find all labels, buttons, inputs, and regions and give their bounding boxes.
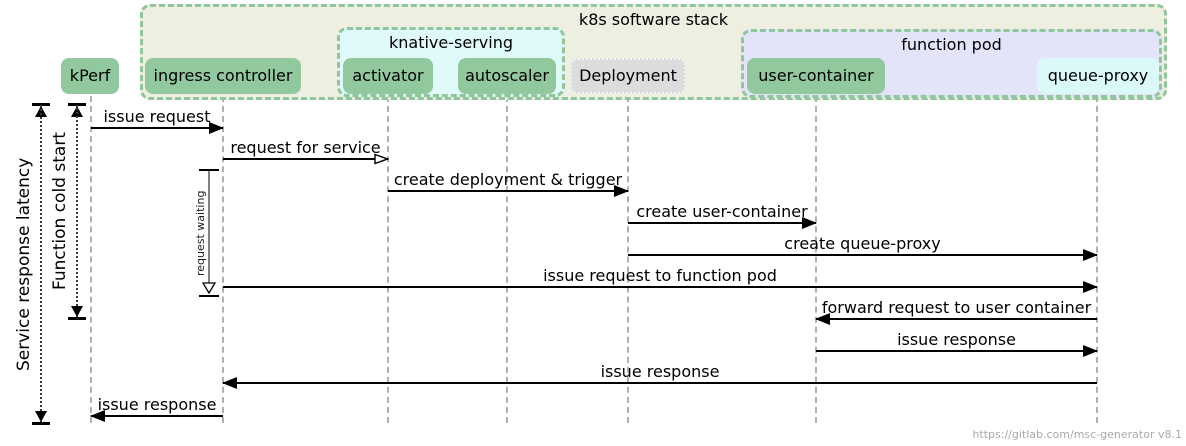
group-k8s-title: k8s software stack (578, 10, 729, 29)
message-line (388, 190, 628, 192)
message-issue-request: issue request (91, 107, 224, 134)
participant-activator: activator (343, 58, 433, 94)
message-label: issue response (600, 362, 720, 381)
participant-user-container: user-container (747, 58, 885, 94)
measure-label: Service response latency (14, 157, 34, 371)
message-label: issue response (97, 395, 217, 414)
participant-queue-proxy: queue-proxy (1037, 58, 1159, 94)
message-issue-response-qp-ingress: issue response (222, 362, 1097, 389)
generator-credit: https://gitlab.com/msc-generator v8.1 (972, 428, 1182, 441)
message-label: request for service (230, 138, 381, 157)
message-label: issue request (103, 107, 211, 126)
message-create-queue-proxy: create queue-proxy (628, 234, 1098, 261)
arrowhead-filled-right-icon (209, 122, 224, 134)
arrowhead-open-right-icon (374, 153, 389, 165)
message-line (628, 254, 1097, 256)
arrowhead-filled-left-icon (90, 410, 105, 422)
message-label: forward request to user container (821, 298, 1092, 317)
participant-kperf: kPerf (61, 58, 119, 94)
message-line (816, 318, 1097, 320)
sequence-diagram: k8s software stack knative-serving funct… (0, 0, 1186, 446)
participant-ingress-controller: ingress controller (145, 58, 301, 94)
arrowhead-down-icon (35, 411, 47, 422)
message-create-user-container: create user-container (628, 202, 817, 229)
message-line (816, 350, 1097, 352)
participant-autoscaler: autoscaler (458, 58, 556, 94)
message-line (91, 127, 223, 129)
message-create-deployment-trigger: create deployment & trigger (388, 170, 629, 197)
message-label: issue response (897, 330, 1016, 349)
measure-label: Function cold start (50, 132, 70, 291)
message-line (223, 286, 1097, 288)
message-line (628, 222, 816, 224)
message-line (91, 415, 223, 417)
participant-deployment: Deployment (570, 58, 686, 94)
message-line (223, 382, 1097, 384)
message-request-for-service: request for service (223, 138, 389, 165)
measure-dotted-line (40, 105, 42, 423)
arrowhead-filled-right-icon (1083, 281, 1098, 293)
group-knative-title: knative-serving (389, 33, 513, 52)
measure-cap (32, 422, 50, 425)
message-label: create user-container (636, 202, 808, 221)
arrowhead-filled-right-icon (802, 217, 817, 229)
lifeline-kperf (90, 96, 92, 423)
message-label: create deployment & trigger (393, 170, 623, 189)
arrowhead-filled-left-icon (815, 313, 830, 325)
message-issue-request-to-function-pod: issue request to function pod (223, 266, 1098, 293)
measure-label: request waiting (194, 190, 207, 276)
measure-cap (68, 317, 86, 320)
arrowhead-filled-right-icon (614, 185, 629, 197)
message-issue-response-uc-qp: issue response (816, 330, 1098, 357)
arrowhead-filled-right-icon (1083, 249, 1098, 261)
message-forward-request-to-user-container: forward request to user container (815, 298, 1097, 325)
message-issue-response-ingress-kperf: issue response (90, 395, 223, 422)
arrowhead-filled-left-icon (222, 377, 237, 389)
arrowhead-filled-right-icon (1083, 345, 1098, 357)
group-function-pod-title: function pod (901, 35, 1002, 54)
bracket-line (208, 171, 210, 283)
message-line (223, 158, 388, 160)
arrowhead-down-icon (71, 306, 83, 317)
measure-dotted-line (76, 105, 78, 318)
message-label: create queue-proxy (784, 234, 941, 253)
message-label: issue request to function pod (543, 266, 777, 285)
